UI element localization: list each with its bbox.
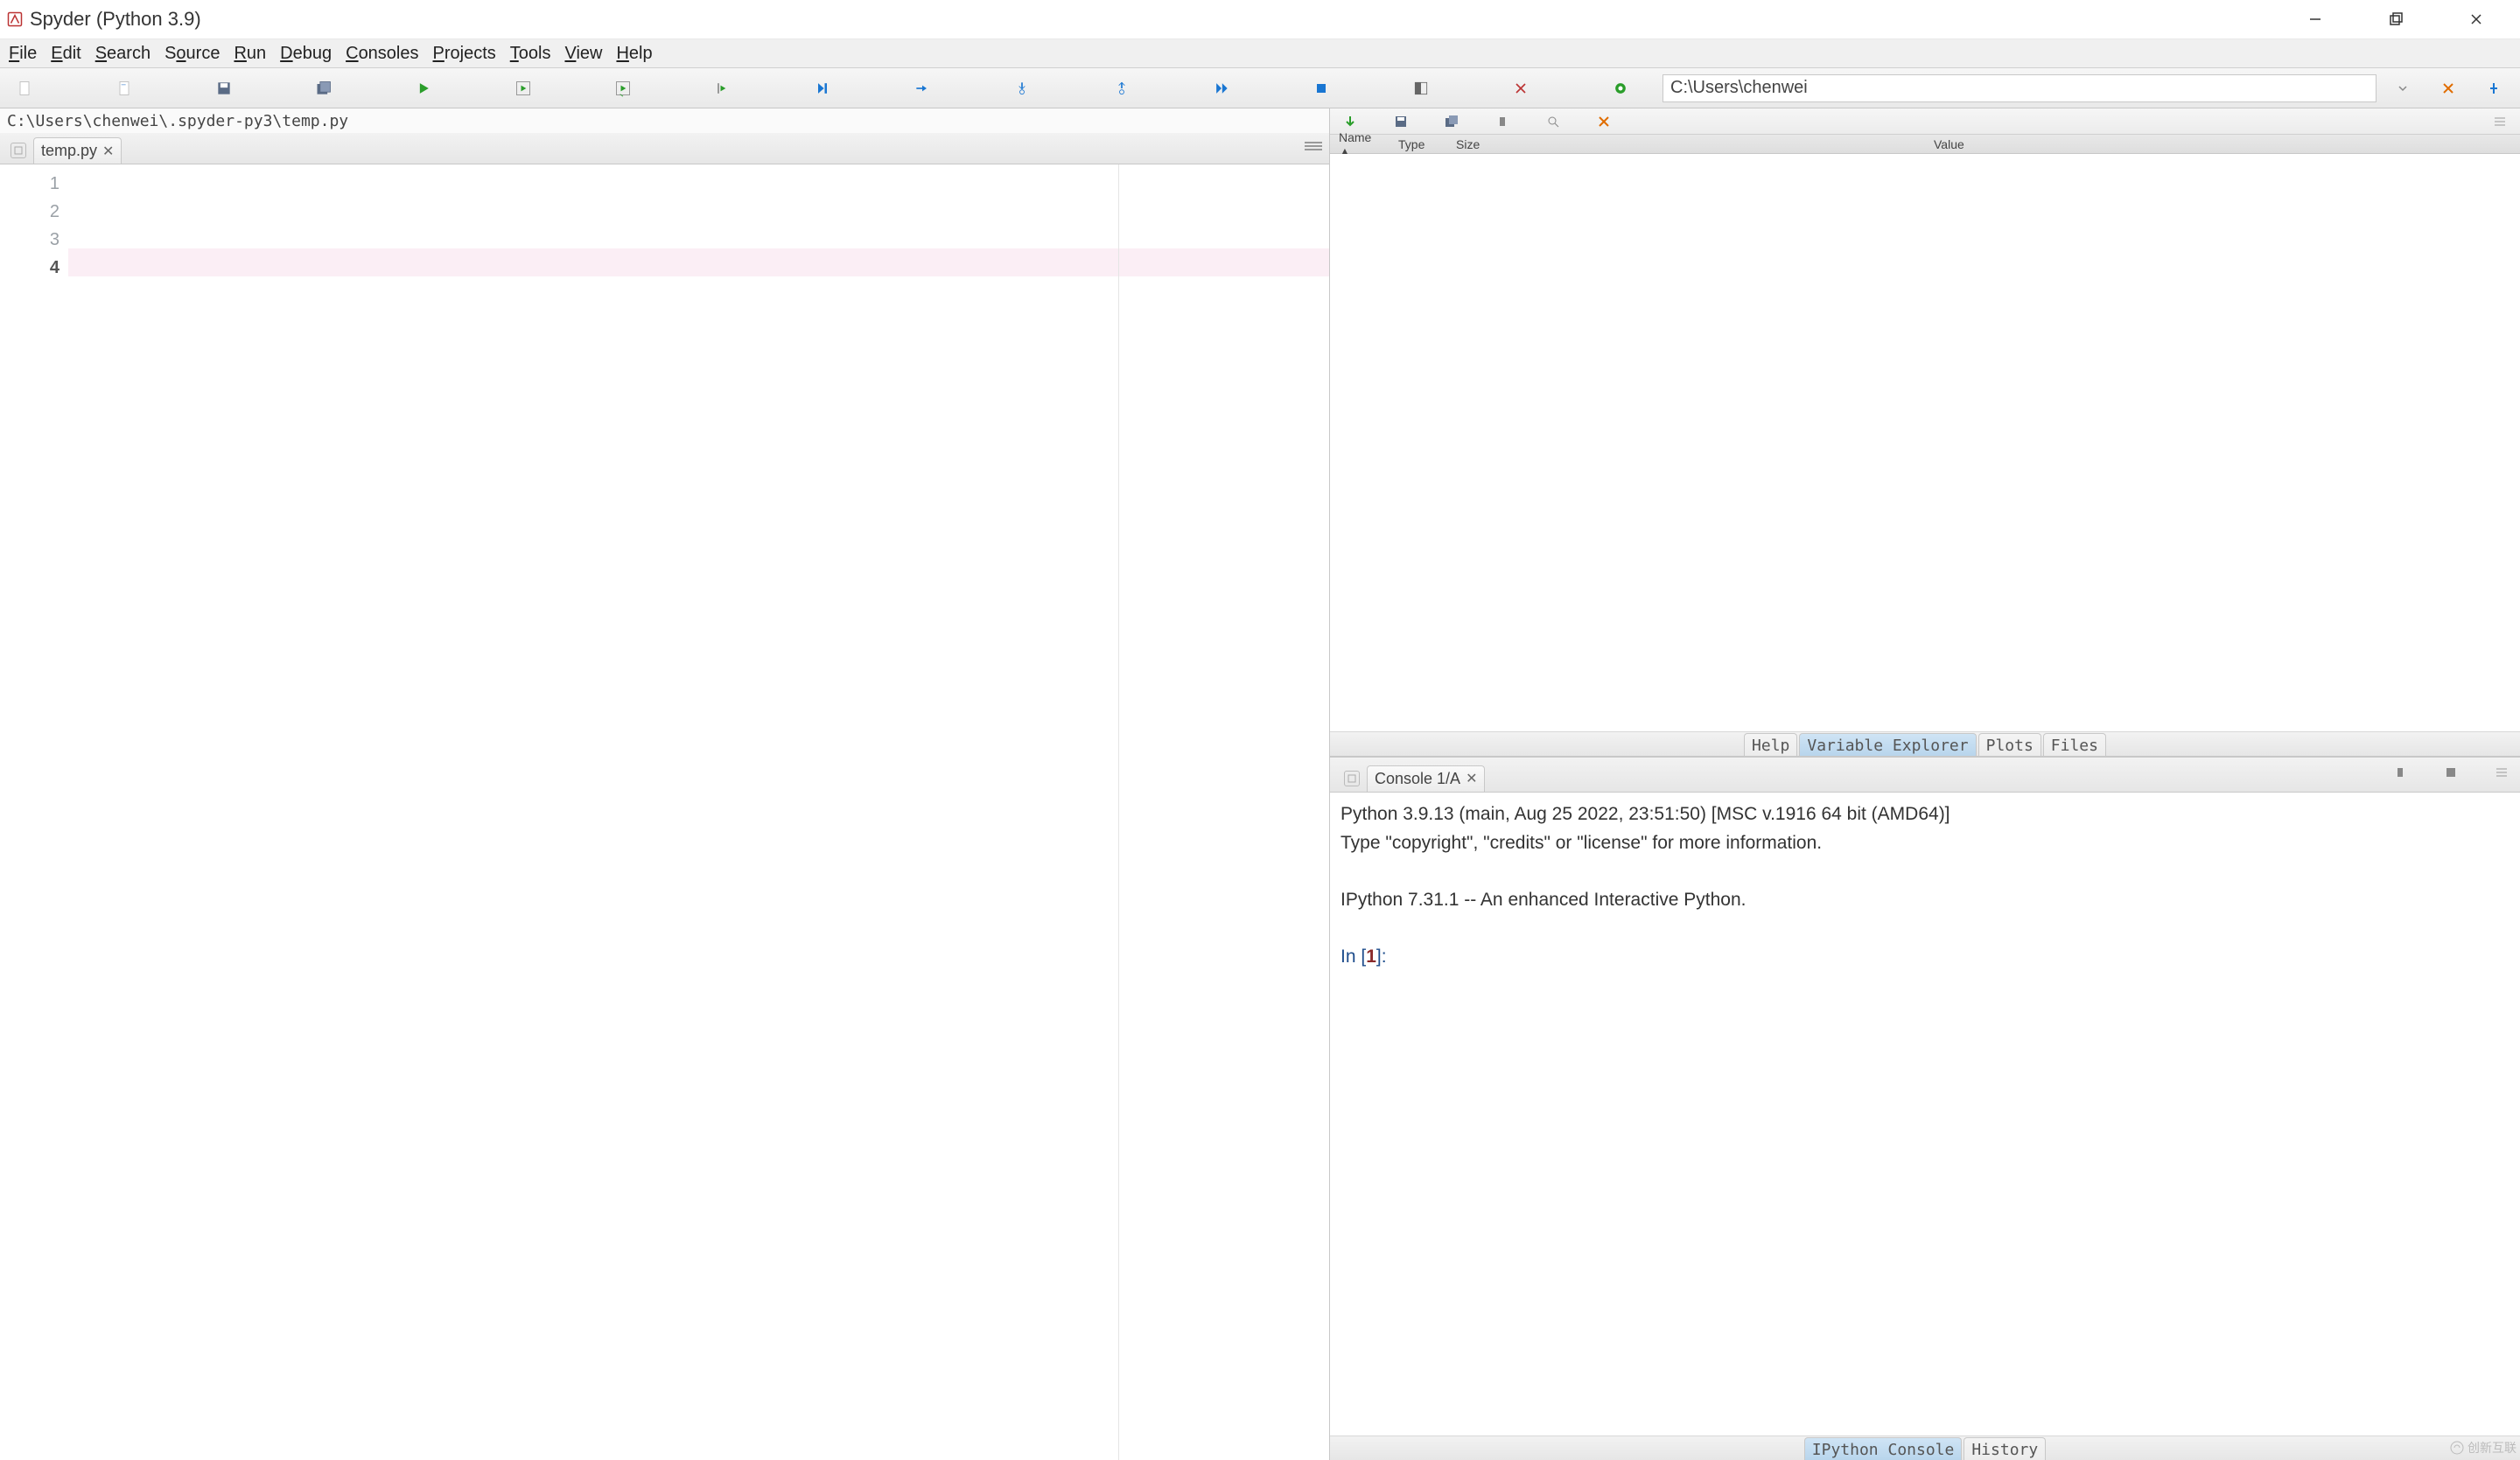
menu-edit[interactable]: Edit [44, 40, 88, 67]
current-line [68, 248, 1329, 276]
debug-step-in-button[interactable] [1004, 73, 1040, 104]
max-pane-button[interactable] [1404, 73, 1438, 104]
preferences-button[interactable] [1503, 73, 1538, 104]
run-cell-button[interactable] [506, 73, 541, 104]
editor-tab-temp[interactable]: temp.py ✕ [33, 137, 122, 164]
import-data-icon[interactable] [1342, 114, 1358, 129]
editor-tab-label: temp.py [41, 142, 97, 160]
menu-consoles[interactable]: Consoles [339, 40, 425, 67]
debug-continue-button[interactable] [1204, 73, 1239, 104]
search-icon[interactable] [1545, 114, 1561, 129]
interrupt-kernel-icon[interactable] [2392, 765, 2408, 780]
maximize-button[interactable] [2356, 0, 2436, 38]
code-area[interactable] [68, 164, 1329, 1460]
remove-icon[interactable] [1596, 114, 1612, 129]
editor-tabbar: temp.py ✕ [0, 133, 1329, 164]
debug-step-out-button[interactable] [1104, 73, 1139, 104]
save-button[interactable] [206, 73, 242, 104]
console-pane: Console 1/A ✕ Python 3.9.13 (main, Aug 2… [1330, 758, 2520, 1460]
console-output[interactable]: Python 3.9.13 (main, Aug 25 2022, 23:51:… [1330, 793, 2520, 1436]
browse-directory-button[interactable] [2429, 74, 2468, 102]
tab-variable-explorer[interactable]: Variable Explorer [1799, 733, 1976, 756]
variable-explorer-body[interactable] [1330, 154, 2520, 731]
refresh-icon[interactable] [1494, 114, 1510, 129]
ve-options-icon[interactable] [2492, 114, 2508, 129]
menu-projects[interactable]: Projects [426, 40, 503, 67]
parent-directory-button[interactable] [2474, 74, 2513, 102]
python-path-button[interactable] [1603, 73, 1638, 104]
right-pane-tabs: Help Variable Explorer Plots Files [1330, 731, 2520, 756]
save-all-button[interactable] [306, 73, 341, 104]
menu-debug[interactable]: Debug [273, 40, 339, 67]
menu-run[interactable]: Run [227, 40, 273, 67]
variable-explorer-toolbar [1330, 108, 2520, 135]
col-type[interactable]: Type [1398, 137, 1440, 151]
editor-options-icon[interactable] [1305, 140, 1322, 152]
close-console-icon[interactable]: ✕ [1466, 770, 1477, 787]
menu-tools[interactable]: Tools [503, 40, 558, 67]
new-file-button[interactable] [7, 73, 42, 104]
console-tabbar: Console 1/A ✕ [1330, 758, 2520, 793]
col-size[interactable]: Size [1456, 137, 1498, 151]
tab-plots[interactable]: Plots [1978, 733, 2041, 756]
remove-console-icon[interactable] [2443, 765, 2459, 780]
menu-file[interactable]: File [2, 40, 44, 67]
debug-step-button[interactable] [905, 73, 940, 104]
editor-body[interactable]: 1 2 3 4 [0, 164, 1329, 1460]
main-toolbar: C:\Users\chenwei [0, 68, 2520, 108]
close-button[interactable] [2436, 0, 2516, 38]
debug-stop-button[interactable] [1304, 73, 1339, 104]
tab-history[interactable]: History [1964, 1437, 2046, 1460]
minimize-button[interactable] [2275, 0, 2356, 38]
console-tab[interactable]: Console 1/A ✕ [1367, 765, 1485, 792]
editor-pane: C:\Users\chenwei\.spyder-py3\temp.py tem… [0, 108, 1330, 1460]
open-file-button[interactable] [107, 73, 142, 104]
variable-explorer-pane: Name ▲ Type Size Value Help Variable Exp… [1330, 108, 2520, 758]
console-tab-label: Console 1/A [1375, 770, 1460, 788]
tab-files[interactable]: Files [2043, 733, 2106, 756]
menu-source[interactable]: Source [158, 40, 227, 67]
tab-ipython-console[interactable]: IPython Console [1804, 1437, 1963, 1460]
column-guide [1118, 164, 1119, 1460]
menu-search[interactable]: Search [88, 40, 158, 67]
run-button[interactable] [406, 73, 441, 104]
titlebar: Spyder (Python 3.9) [0, 0, 2520, 38]
close-tab-icon[interactable]: ✕ [102, 143, 114, 160]
run-selection-button[interactable] [705, 73, 740, 104]
save-data-icon[interactable] [1393, 114, 1409, 129]
save-data-as-icon[interactable] [1444, 114, 1460, 129]
debug-button[interactable] [805, 73, 840, 104]
menu-view[interactable]: View [557, 40, 609, 67]
working-directory-text: C:\Users\chenwei [1670, 78, 1808, 98]
line-gutter: 1 2 3 4 [0, 164, 68, 1460]
run-cell-advance-button[interactable] [606, 73, 640, 104]
window-title: Spyder (Python 3.9) [30, 8, 201, 31]
variable-explorer-header: Name ▲ Type Size Value [1330, 135, 2520, 154]
editor-file-path: C:\Users\chenwei\.spyder-py3\temp.py [0, 108, 1329, 133]
spyder-logo-icon [7, 11, 23, 27]
console-options-icon[interactable] [2494, 765, 2510, 780]
console-browse-icon[interactable] [1344, 771, 1360, 786]
menubar: File Edit Search Source Run Debug Consol… [0, 38, 2520, 68]
working-directory-field[interactable]: C:\Users\chenwei [1662, 74, 2376, 102]
tab-help[interactable]: Help [1744, 733, 1797, 756]
menu-help[interactable]: Help [609, 40, 659, 67]
path-dropdown-button[interactable] [2384, 74, 2422, 102]
col-value[interactable]: Value [1934, 137, 1964, 151]
browse-tabs-icon[interactable] [10, 143, 26, 158]
console-bottom-tabs: IPython Console History [1330, 1436, 2520, 1460]
